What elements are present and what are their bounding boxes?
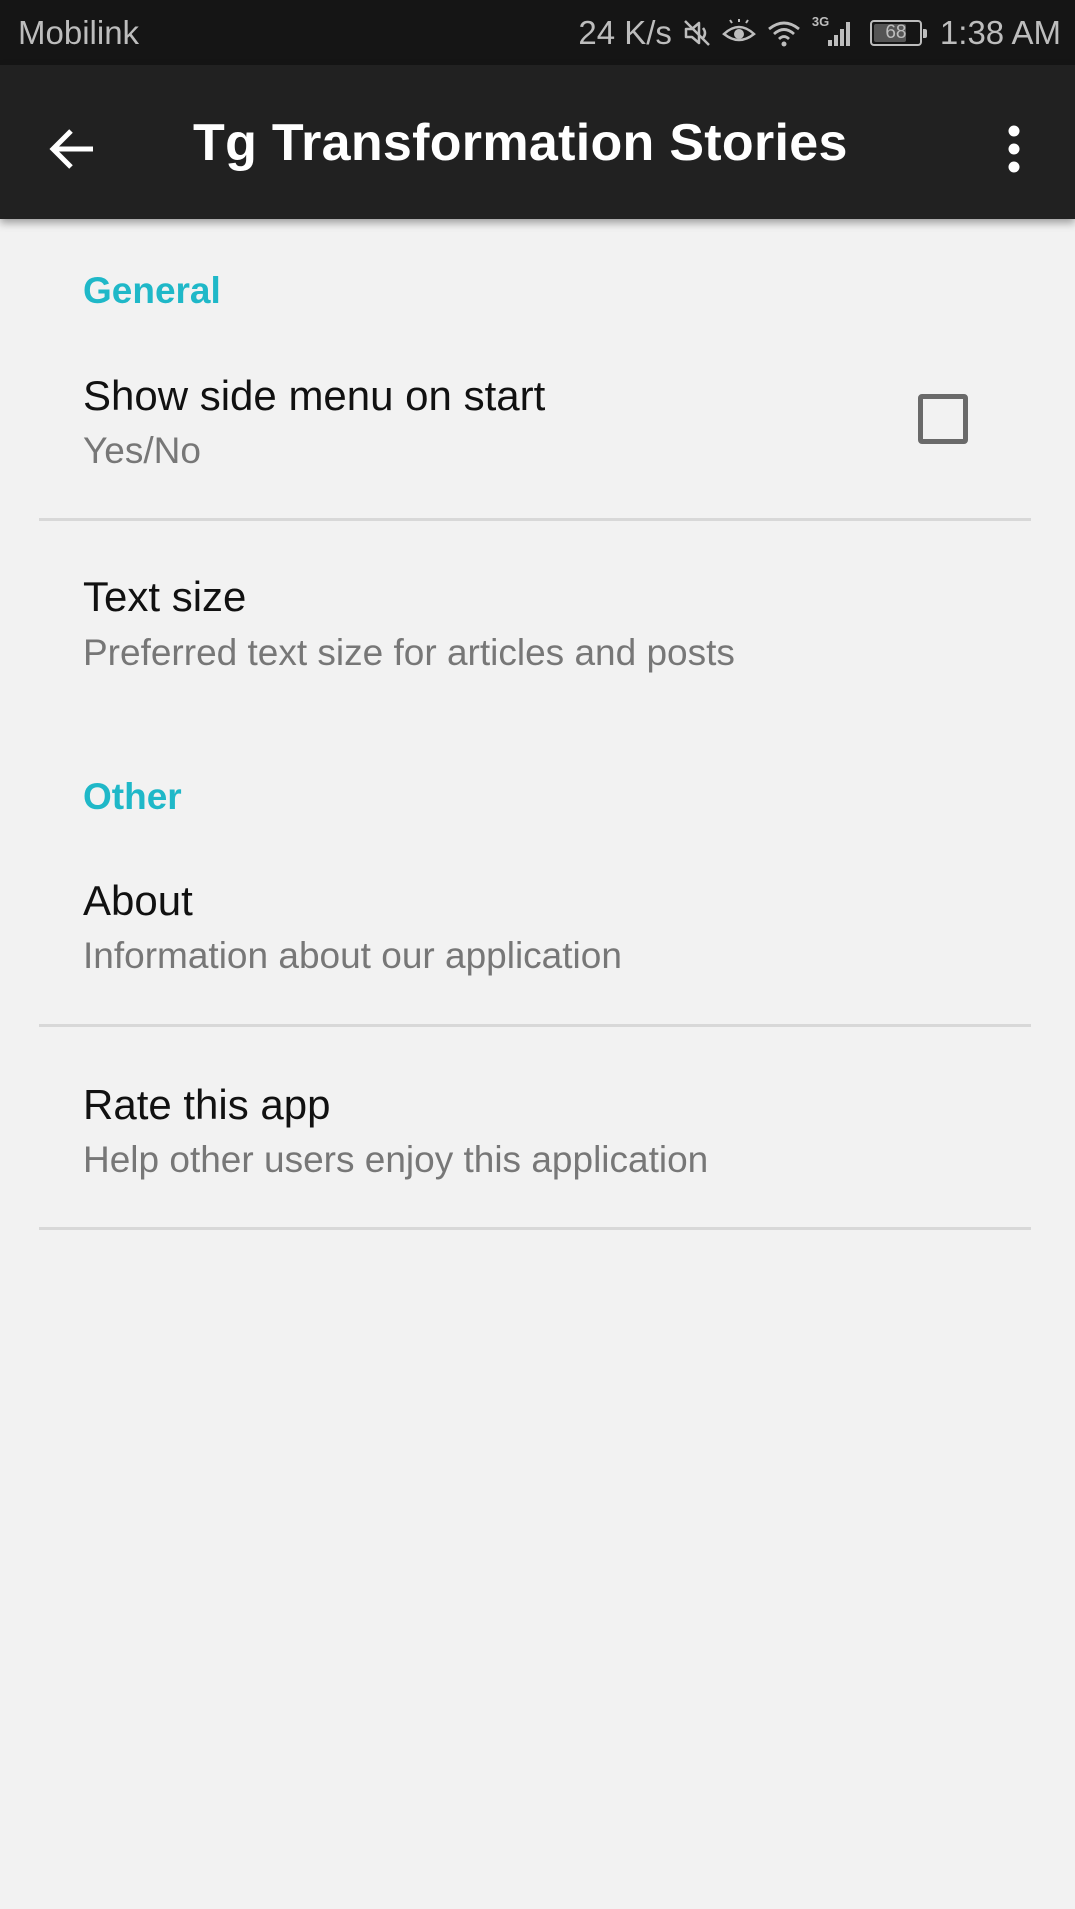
app-bar: Tg Transformation Stories bbox=[0, 65, 1075, 219]
overflow-menu-button[interactable] bbox=[980, 105, 1048, 193]
pref-title: About bbox=[83, 877, 193, 924]
eye-icon bbox=[722, 18, 756, 48]
pref-summary: Help other users enjoy this application bbox=[83, 1139, 709, 1180]
section-header-other: Other bbox=[83, 776, 182, 817]
show-side-menu-checkbox[interactable] bbox=[918, 394, 968, 444]
divider bbox=[39, 1227, 1031, 1230]
pref-title: Rate this app bbox=[83, 1081, 331, 1128]
mute-icon bbox=[682, 18, 712, 48]
battery-level: 68 bbox=[885, 21, 907, 43]
status-bar: Mobilink 24 K/s 3G 68 1:38 AM bbox=[0, 0, 1075, 65]
carrier-label: Mobilink bbox=[18, 13, 140, 51]
pref-title: Text size bbox=[83, 573, 247, 620]
net-speed: 24 K/s bbox=[578, 13, 672, 51]
settings-screen: Mobilink 24 K/s 3G 68 1:38 AM Tg Transfo… bbox=[0, 0, 1075, 1909]
divider bbox=[39, 518, 1031, 521]
section-header-general: General bbox=[83, 270, 221, 311]
more-vert-icon bbox=[1008, 125, 1020, 173]
pref-about[interactable]: About Information about our application bbox=[0, 850, 1075, 1025]
network-type-label: 3G bbox=[811, 13, 830, 29]
clock: 1:38 AM bbox=[939, 13, 1061, 51]
pref-summary: Preferred text size for articles and pos… bbox=[83, 632, 735, 673]
battery-icon: 68 bbox=[869, 19, 927, 46]
pref-text-size[interactable]: Text size Preferred text size for articl… bbox=[0, 522, 1075, 702]
arrow-back-icon bbox=[49, 129, 93, 169]
wifi-icon bbox=[766, 18, 802, 48]
divider bbox=[39, 1024, 1031, 1027]
pref-show-side-menu[interactable]: Show side menu on start Yes/No bbox=[0, 345, 1075, 520]
back-button[interactable] bbox=[28, 105, 116, 193]
pref-rate-app[interactable]: Rate this app Help other users enjoy thi… bbox=[0, 1028, 1075, 1228]
pref-title: Show side menu on start bbox=[83, 372, 546, 419]
pref-summary: Yes/No bbox=[83, 430, 201, 471]
pref-summary: Information about our application bbox=[83, 935, 622, 976]
signal-icon: 3G bbox=[812, 14, 854, 48]
page-title: Tg Transformation Stories bbox=[193, 114, 848, 172]
status-icons: 24 K/s 3G 68 1:38 AM bbox=[578, 14, 1061, 52]
